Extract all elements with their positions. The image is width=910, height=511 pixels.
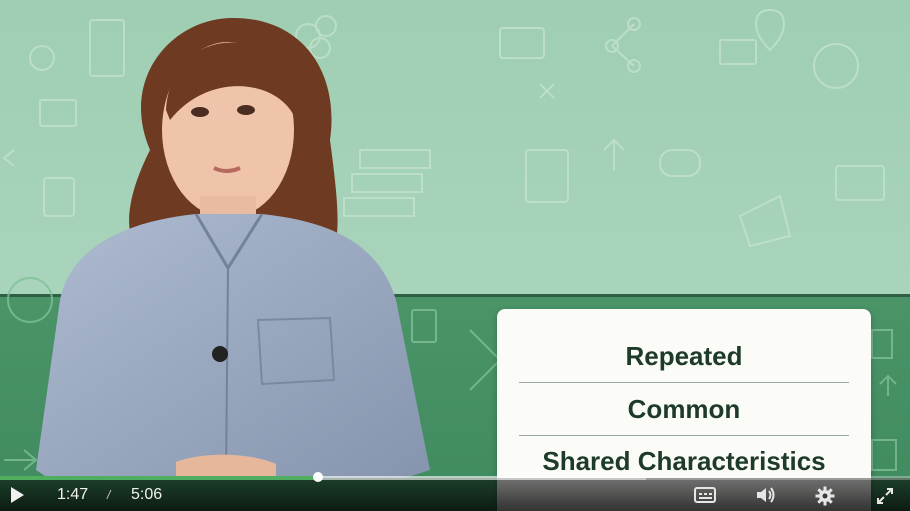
- captions-button[interactable]: [694, 486, 716, 509]
- volume-button[interactable]: [755, 486, 777, 509]
- fullscreen-button[interactable]: [876, 487, 894, 510]
- volume-icon: [757, 487, 775, 503]
- keyword-shared-characteristics: Shared Characteristics: [542, 446, 826, 476]
- card-divider: [519, 435, 849, 436]
- progress-fill: [0, 476, 318, 480]
- progress-scrubber[interactable]: [312, 472, 323, 482]
- fullscreen-icon: [877, 488, 893, 504]
- play-icon: [11, 487, 24, 503]
- keyword-common: Common: [627, 394, 741, 424]
- keyword-repeated: Repeated: [625, 341, 743, 371]
- time-separator: /: [107, 488, 111, 502]
- play-button[interactable]: [8, 486, 26, 509]
- duration: 5:06: [131, 486, 163, 503]
- captions-icon: [694, 487, 716, 503]
- current-time: 1:47: [57, 486, 89, 503]
- card-divider: [519, 382, 849, 383]
- gear-icon: [815, 486, 835, 506]
- video-player[interactable]: Repeated Common Shared Characteristics 1…: [0, 0, 910, 511]
- settings-button[interactable]: [815, 486, 835, 511]
- progress-bar[interactable]: [0, 472, 910, 482]
